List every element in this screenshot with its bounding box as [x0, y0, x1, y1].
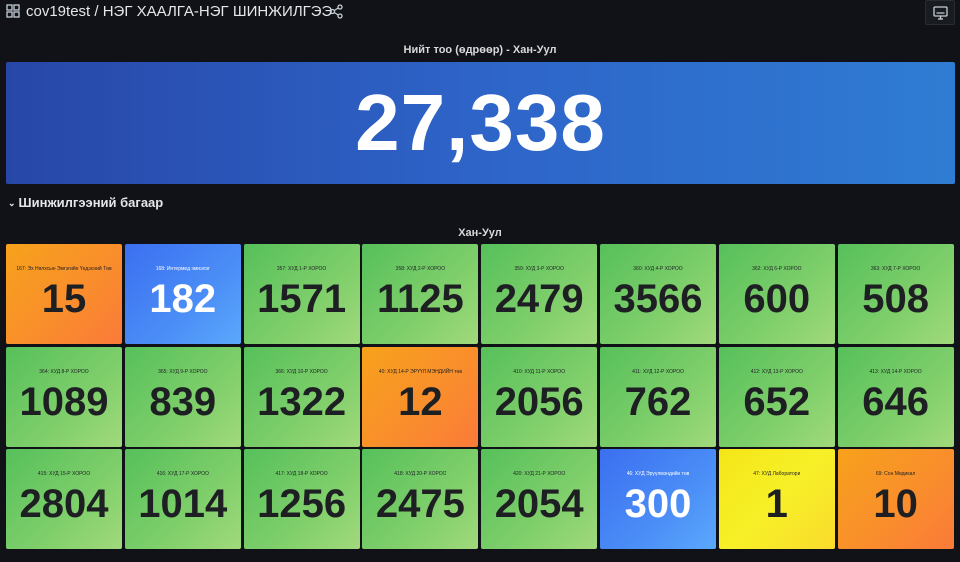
tile-value: 1014: [138, 482, 228, 526]
tile-value: 1: [765, 482, 788, 526]
tile-label: 359: ХУД 3-Р ХОРОО: [514, 266, 564, 272]
tile-value: 12: [398, 379, 443, 424]
tile-value: 646: [862, 379, 929, 424]
tile-value: 2479: [494, 277, 584, 321]
tile-label: 413: ХУД 14-Р ХОРОО: [869, 368, 922, 375]
tile-label: 418: ХУД 20-Р ХОРОО: [394, 471, 447, 477]
tile-value: 762: [624, 379, 692, 424]
stat-tile: 417: ХУД 18-Р ХОРОО 1256: [243, 449, 360, 549]
stat-tile: 364: ХУД 8-Р ХОРОО 1089: [6, 346, 122, 447]
tile-label: 46: ХУД Эрүүлмэндийн төв: [626, 471, 690, 477]
row-collapse-toggle[interactable]: ⌄ Шинжилгээний багаар: [8, 195, 163, 210]
stat-tile: 359: ХУД 3-Р ХОРОО 2479: [481, 244, 598, 344]
tile-label: 415: ХУД 15-Р ХОРОО: [37, 471, 91, 477]
stat-tile: 40: ХУД 14-Р ЭРҮҮЛ МЭНДИЙН төв 12: [362, 346, 479, 447]
tv-monitor-icon: [933, 6, 948, 20]
tv-mode-button[interactable]: [925, 0, 955, 25]
tile-value: 2054: [494, 482, 584, 526]
tile-label: 168: Интермед эмнэлэг: [155, 266, 210, 272]
tile-value: 15: [41, 277, 87, 321]
tile-label: 40: ХУД 14-Р ЭРҮҮЛ МЭНДИЙН төв: [378, 368, 462, 375]
stat-tile: 357: ХУД 1-Р ХОРОО 1571: [243, 244, 360, 344]
tile-value: 1089: [19, 379, 109, 424]
tile-value: 1322: [257, 379, 347, 424]
tile-value: 2056: [494, 379, 584, 424]
tile-label: 412: ХУД 13-Р ХОРОО: [750, 368, 803, 375]
tile-value: 182: [149, 277, 217, 321]
tile-label: 47: ХУД Лаборатори: [753, 471, 801, 477]
stat-tile: 366: ХУД 10-Р ХОРОО 1322: [243, 346, 360, 447]
grid-panel-title: Хан-Уул: [458, 227, 502, 239]
tile-value: 2475: [375, 482, 465, 526]
tile-label: 362: ХУД 6-Р ХОРОО: [752, 266, 802, 272]
tile-value: 10: [873, 482, 918, 526]
tile-label: 416: ХУД 17-Р ХОРОО: [156, 471, 209, 477]
total-stat-panel: 27,338: [6, 62, 955, 184]
stat-tile: 418: ХУД 20-Р ХОРОО 2475: [362, 449, 479, 549]
stat-tile: 362: ХУД 6-Р ХОРОО 600: [718, 244, 835, 344]
tile-value: 1256: [257, 482, 347, 526]
tile-value: 3566: [613, 277, 703, 321]
row-title: Шинжилгээний багаар: [18, 195, 164, 210]
tile-label: 363: ХУД 7-Р ХОРОО: [870, 266, 921, 272]
tile-value: 2804: [19, 482, 109, 526]
stat-tile: 358: ХУД 2-Р ХОРОО 1125: [362, 244, 479, 344]
apps-grid-icon[interactable]: [6, 4, 20, 18]
tile-value: 1571: [257, 277, 347, 321]
top-bar: cov19test / НЭГ ХААЛГА-НЭГ ШИНЖИЛГЭЭ: [0, 0, 960, 26]
total-panel-title: Нийт тоо (өдрөөр) - Хан-Уул: [403, 44, 557, 56]
chevron-down-icon: ⌄: [8, 198, 16, 208]
stat-tile-grid: 167: Эх Нялхсын Эмгэгийн Үндэсний Төв 15 1…: [6, 244, 956, 549]
tile-value: 600: [743, 277, 811, 321]
dashboard-breadcrumb[interactable]: cov19test / НЭГ ХААЛГА-НЭГ ШИНЖИЛГЭЭ: [26, 3, 332, 20]
stat-tile: 420: ХУД 21-Р ХОРОО 2054: [481, 449, 598, 549]
stat-tile: 360: ХУД 4-Р ХОРОО 3566: [600, 244, 716, 344]
tile-value: 652: [743, 379, 811, 424]
stat-tile: 410: ХУД 11-Р ХОРОО 2056: [481, 346, 598, 447]
tile-label: 364: ХУД 8-Р ХОРОО: [39, 368, 89, 375]
stat-tile: 69: Сон Медикал 10: [837, 449, 954, 549]
tile-value: 1125: [377, 277, 464, 321]
stat-tile: 416: ХУД 17-Р ХОРОО 1014: [124, 449, 241, 549]
tile-value: 508: [862, 277, 929, 321]
stat-tile: 412: ХУД 13-Р ХОРОО 652: [718, 346, 835, 447]
tile-label: 420: ХУД 21-Р ХОРОО: [513, 471, 566, 477]
tile-label: 365: ХУД 9-Р ХОРОО: [158, 368, 208, 375]
stat-tile: 365: ХУД 9-Р ХОРОО 839: [124, 346, 241, 447]
stat-tile: 47: ХУД Лаборатори 1: [718, 449, 835, 549]
tile-label: 366: ХУД 10-Р ХОРОО: [275, 368, 328, 375]
tile-label: 410: ХУД 11-Р ХОРОО: [513, 368, 566, 375]
tile-value: 839: [149, 379, 217, 424]
tile-label: 69: Сон Медикал: [875, 471, 916, 477]
stat-tile: 168: Интермед эмнэлэг 182: [124, 244, 241, 344]
tile-value: 300: [624, 482, 692, 526]
stat-tile: 167: Эх Нялхсын Эмгэгийн Үндэсний Төв 15: [6, 244, 122, 344]
tile-label: 357: ХУД 1-Р ХОРОО: [276, 266, 327, 272]
tile-label: 360: ХУД 4-Р ХОРОО: [633, 266, 683, 272]
tile-label: 411: ХУД 12-Р ХОРОО: [632, 368, 684, 375]
share-icon[interactable]: [329, 4, 344, 19]
tile-label: 358: ХУД 2-Р ХОРОО: [395, 266, 446, 272]
stat-tile: 363: ХУД 7-Р ХОРОО 508: [837, 244, 954, 344]
total-stat-value: 27,338: [355, 78, 606, 167]
stat-tile: 415: ХУД 15-Р ХОРОО 2804: [6, 449, 122, 549]
stat-tile: 411: ХУД 12-Р ХОРОО 762: [600, 346, 716, 447]
stat-tile: 413: ХУД 14-Р ХОРОО 646: [837, 346, 954, 447]
stat-tile: 46: ХУД Эрүүлмэндийн төв 300: [600, 449, 716, 549]
tile-label: 417: ХУД 18-Р ХОРОО: [275, 471, 328, 477]
tile-label: 167: Эх Нялхсын Эмгэгийн Үндэсний Төв: [16, 266, 112, 272]
